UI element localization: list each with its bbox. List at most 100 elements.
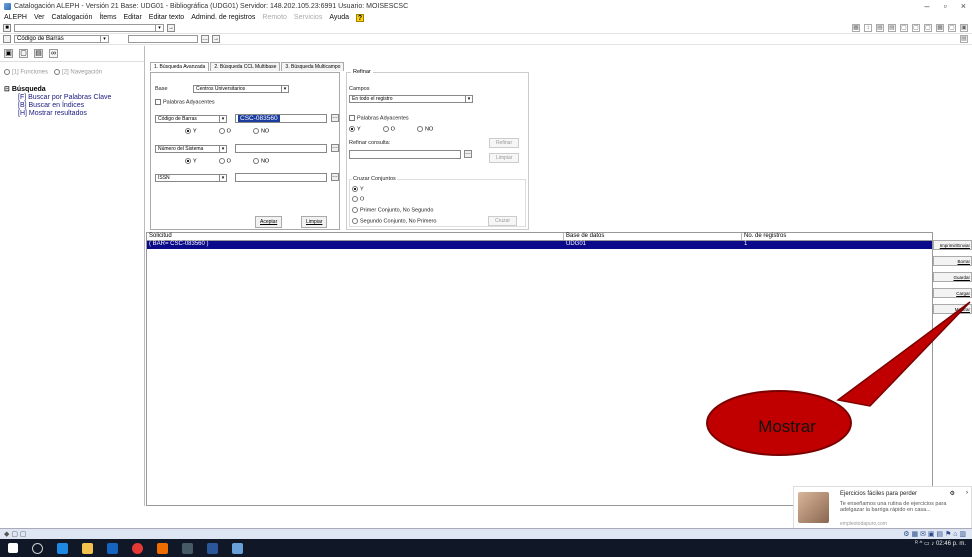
tree-item-indices[interactable]: [B] Buscar en Índices <box>4 102 140 110</box>
cross-second-not-first-radio[interactable]: Segundo Conjunto, No Primero <box>352 218 436 224</box>
cross-y-radio[interactable]: Y <box>352 186 364 192</box>
campos-select[interactable]: En todo el registro ▾ <box>349 95 473 103</box>
cross-button[interactable]: Cruzar <box>488 216 518 226</box>
cross-o-radio[interactable]: O <box>352 196 364 202</box>
op2-no[interactable]: NO <box>252 158 269 164</box>
notification-close-icon[interactable]: › <box>966 490 968 496</box>
field2-lookup-icon[interactable]: … <box>331 144 339 152</box>
op1-no[interactable]: NO <box>252 128 269 134</box>
aleph-task-icon[interactable] <box>232 542 243 554</box>
expand-icon[interactable]: → <box>167 24 175 32</box>
tool-icon[interactable]: ↕ <box>864 24 872 32</box>
store-icon[interactable] <box>107 542 118 554</box>
close-icon[interactable]: × <box>961 1 966 11</box>
edge-icon[interactable] <box>57 542 68 554</box>
tab-advanced[interactable]: 1. Búsqueda Avanzada <box>150 62 210 71</box>
menu-aleph[interactable]: ALEPH <box>4 14 27 21</box>
tool-icon[interactable]: ▢ <box>924 24 932 32</box>
menu-servicios[interactable]: Servicios <box>294 14 322 21</box>
checkbox-icon[interactable] <box>3 35 11 43</box>
cross-first-not-second-radio[interactable]: Primer Conjunto, No Segundo <box>352 207 433 213</box>
tool-icon[interactable]: ▦ <box>936 24 944 32</box>
refine-adjacent-checkbox[interactable]: Palabras Adyacentes <box>349 115 409 121</box>
tree-item-keywords[interactable]: [F] Buscar por Palabras Clave <box>4 94 140 102</box>
field2-value-input[interactable] <box>235 144 327 153</box>
file-explorer-icon[interactable] <box>82 542 93 554</box>
search-input[interactable] <box>128 35 198 43</box>
refine-lookup-icon[interactable]: … <box>464 150 472 158</box>
tool-icon[interactable]: ▤ <box>888 24 896 32</box>
op1-y[interactable]: Y <box>185 128 197 134</box>
help-icon[interactable]: ? <box>356 13 365 22</box>
base-select[interactable]: Centros Universitarios ▾ <box>193 85 289 93</box>
tab-ccl[interactable]: 2. Búsqueda CCL Multibase <box>210 62 281 71</box>
field1-select[interactable]: Código de Barras ▾ <box>155 115 227 123</box>
options-icon[interactable]: ▤ <box>960 35 968 43</box>
field1-value-input[interactable]: CSC-083560 <box>235 114 327 123</box>
limpiar-button[interactable]: Limpiar <box>301 216 328 228</box>
menu-remoto[interactable]: Remoto <box>262 14 287 21</box>
vlc-icon[interactable] <box>157 542 168 554</box>
notification-toast[interactable]: ⚙ › Ejercicios fáciles para perder Te en… <box>793 486 972 530</box>
col-no-registros[interactable]: No. de registros <box>742 233 932 240</box>
field3-lookup-icon[interactable]: … <box>331 173 339 181</box>
notification-settings-icon[interactable]: ⚙ <box>950 490 955 497</box>
load-button[interactable]: Cargar <box>933 288 972 298</box>
app-icon[interactable] <box>182 542 193 554</box>
op2-y[interactable]: Y <box>185 158 197 164</box>
refine-op-o[interactable]: O <box>382 126 395 132</box>
go-icon[interactable]: → <box>212 35 220 43</box>
field3-select[interactable]: ISSN ▾ <box>155 174 227 182</box>
table-row[interactable]: ( BAR= CSC-083560 ) UDG01 1 <box>147 241 932 249</box>
aceptar-button[interactable]: Aceptar <box>255 216 283 228</box>
field3-value-input[interactable] <box>235 173 327 182</box>
toolbar-icon[interactable]: ■ <box>3 24 11 32</box>
windows-start-icon[interactable] <box>8 543 18 553</box>
radio-functions[interactable]: [1] Funciones <box>4 69 48 76</box>
menu-editar-texto[interactable]: Editar texto <box>149 14 184 21</box>
menu-admin-registros[interactable]: Admind. de registros <box>191 14 255 21</box>
field2-select[interactable]: Número del Sistema ▾ <box>155 145 227 153</box>
left-tool-icon[interactable]: ▢ <box>19 49 28 58</box>
tool-icon[interactable]: ▤ <box>876 24 884 32</box>
tool-icon[interactable]: ▢ <box>912 24 920 32</box>
adjacent-words-checkbox[interactable]: Palabras Adyacentes <box>155 99 215 105</box>
word-icon[interactable] <box>207 542 218 554</box>
col-solicitud[interactable]: Solicitud <box>147 233 564 240</box>
tree-root[interactable]: ⊟ Búsqueda <box>4 85 140 93</box>
dots-icon[interactable]: … <box>201 35 209 43</box>
refine-clear-button[interactable]: Limpiar <box>489 153 520 163</box>
tray-icons[interactable]: ᴿ ^ ▭ ♪ <box>915 541 936 547</box>
refine-button[interactable]: Refinar <box>489 138 520 148</box>
binoculars-icon[interactable]: ∞ <box>49 49 58 58</box>
print-send-button[interactable]: Imprimir/Enviar <box>933 240 972 250</box>
op2-o[interactable]: O <box>218 158 231 164</box>
menu-ver[interactable]: Ver <box>34 14 45 21</box>
radio-navigation[interactable]: [2] Navegación <box>54 69 102 76</box>
menu-catalogacion[interactable]: Catalogación <box>51 14 92 21</box>
clock[interactable]: 02:46 p. m. <box>936 541 966 547</box>
col-base-datos[interactable]: Base de datos <box>564 233 742 240</box>
menu-editar[interactable]: Editar <box>123 14 141 21</box>
op1-o[interactable]: O <box>218 128 231 134</box>
search-index-select[interactable]: Código de Barras ▾ <box>14 35 109 43</box>
refine-op-no[interactable]: NO <box>416 126 433 132</box>
chrome-icon[interactable] <box>132 542 143 554</box>
field1-lookup-icon[interactable]: … <box>331 114 339 122</box>
menu-items[interactable]: Ítems <box>99 14 116 21</box>
left-tool-icon[interactable]: ▣ <box>4 49 13 58</box>
refine-query-input[interactable] <box>349 150 461 159</box>
menu-ayuda[interactable]: Ayuda <box>329 14 349 21</box>
restore-icon[interactable]: ▫ <box>944 1 947 11</box>
refine-op-y[interactable]: Y <box>349 126 361 132</box>
search-icon[interactable] <box>32 542 43 554</box>
tool-icon[interactable]: ▣ <box>960 24 968 32</box>
left-tool-icon[interactable]: ▤ <box>34 49 43 58</box>
tool-icon[interactable]: ▢ <box>948 24 956 32</box>
delete-button[interactable]: Borrar <box>933 256 972 266</box>
toolbar-combo[interactable]: ▾ <box>14 24 164 32</box>
tab-multicampo[interactable]: 3. Búsqueda Multicampo <box>281 62 345 71</box>
tool-icon[interactable]: ▦ <box>852 24 860 32</box>
save-button[interactable]: Guardar <box>933 272 972 282</box>
tool-icon[interactable]: ▢ <box>900 24 908 32</box>
